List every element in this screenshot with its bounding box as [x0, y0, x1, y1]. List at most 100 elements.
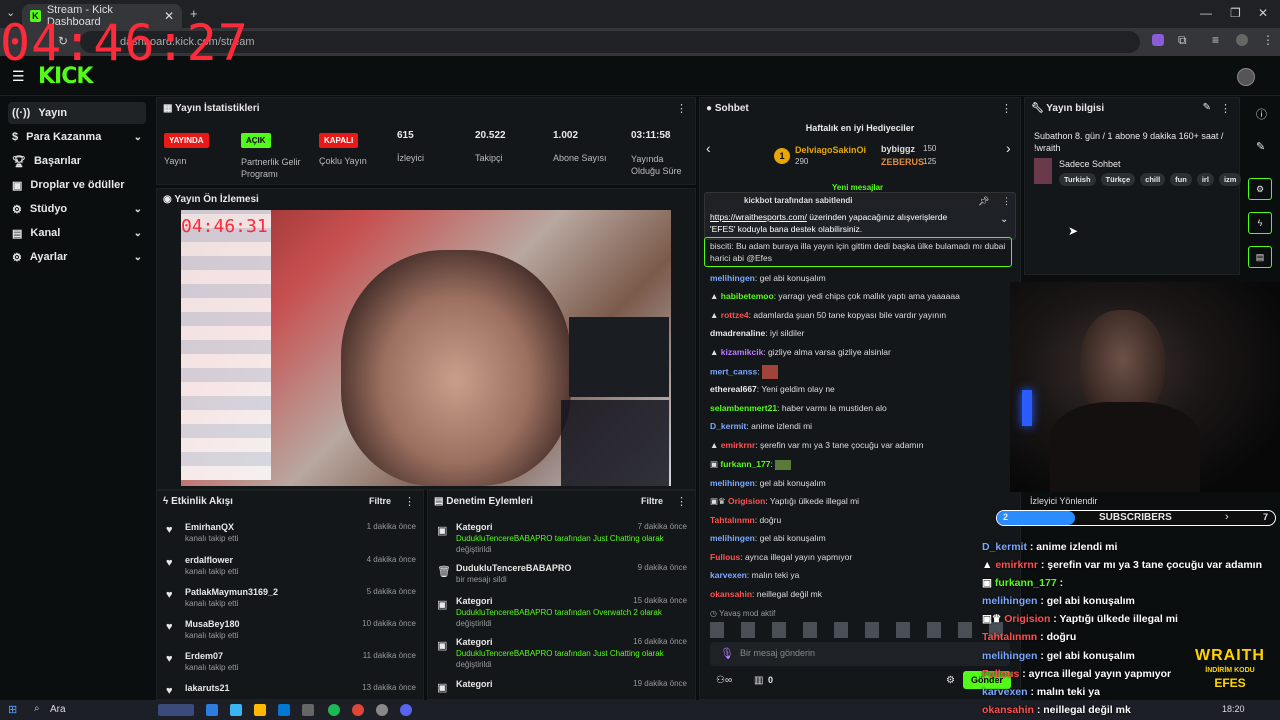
subscribers-bar: 2 SUBSCRIBERS › 7: [996, 510, 1276, 526]
user-avatar[interactable]: [1237, 68, 1255, 86]
sidebar-item-kanal[interactable]: ▤ Kanal ⌄: [8, 222, 146, 244]
chat-username[interactable]: kizamikcik: [721, 347, 764, 357]
pinned-link[interactable]: https://wraithesports.com/: [710, 212, 807, 222]
pin-icon[interactable]: 📌︎: [978, 196, 989, 207]
chat-username[interactable]: Origision: [728, 496, 765, 506]
pencil-icon[interactable]: ✎: [1256, 140, 1265, 153]
chat-message: Tahtalınmn: doğru: [710, 515, 1010, 525]
chevron-left-icon[interactable]: ‹: [706, 140, 711, 156]
chat-message: ▲ habibetemoo: yarragı yedi chips çok ma…: [710, 291, 1010, 301]
moderation-detail: değiştirildi: [456, 619, 492, 628]
taskbar-app-icon[interactable]: [206, 704, 218, 716]
chat-username[interactable]: Tahtalınmn: [710, 515, 755, 525]
chat-message: karvexen: malın teki ya: [710, 570, 1010, 580]
chat-username[interactable]: melihingen: [710, 533, 755, 543]
tag[interactable]: fun: [1170, 173, 1192, 186]
tag[interactable]: Türkçe: [1100, 173, 1136, 186]
taskbar-app-icon[interactable]: [302, 704, 314, 716]
badge-icon: ▣♛: [982, 613, 1005, 625]
chrome-icon[interactable]: [352, 704, 364, 716]
activity-action: kanalı takip etti: [185, 534, 239, 543]
gifter-count: 125: [923, 157, 937, 166]
emote-bar[interactable]: [710, 622, 1010, 638]
overlay-chat-line: okansahin : neillegal değil mk: [982, 704, 1131, 716]
moderation-time: 9 dakika önce: [637, 563, 687, 572]
sidebar-item-studyo[interactable]: ⚙ Stüdyo ⌄: [8, 198, 146, 220]
overlay-chat-line: melihingen : gel abi konuşalım: [982, 650, 1135, 662]
gifter-name[interactable]: ZEBERUS: [881, 157, 924, 167]
viewers-icon[interactable]: ⚇∞: [716, 675, 732, 686]
sidebar-item-para-kazanma[interactable]: $ Para Kazanma ⌄: [8, 126, 146, 148]
more-options-icon[interactable]: ⋮: [1220, 102, 1231, 115]
gifter-name[interactable]: DelviagoSakinOi: [795, 145, 866, 155]
profile-avatar[interactable]: [1236, 34, 1248, 46]
chat-username[interactable]: emirkrnr: [721, 440, 756, 450]
chat-username[interactable]: Fullous: [710, 552, 740, 562]
quick-action-button[interactable]: ⚙: [1248, 178, 1272, 200]
chat-username[interactable]: melihingen: [710, 478, 755, 488]
channel-icon: ▤: [12, 227, 23, 240]
obs-icon[interactable]: [376, 704, 388, 716]
chat-username[interactable]: okansahin: [710, 589, 752, 599]
stream-title-text: Subathon 8. gün / 1 abone 9 dakika 160+ …: [1034, 131, 1224, 153]
chat-settings-icon[interactable]: ⚙: [946, 675, 955, 686]
maximize-icon[interactable]: ❐: [1230, 6, 1241, 20]
taskbar-app-icon[interactable]: [254, 704, 266, 716]
bolt-icon: ϟ: [163, 496, 172, 507]
media-icon[interactable]: ≡: [1212, 33, 1219, 47]
sidebar-item-ayarlar[interactable]: ⚙ Ayarlar ⌄: [8, 246, 146, 268]
chat-username[interactable]: furkann_177: [720, 459, 770, 469]
more-options-icon[interactable]: ⋮: [1001, 102, 1012, 115]
extension-icon[interactable]: [1152, 34, 1164, 46]
chevron-down-icon: ⌄: [133, 131, 142, 143]
more-options-icon[interactable]: ⋮: [676, 495, 687, 508]
taskbar-app-icon[interactable]: [278, 704, 290, 716]
taskbar-search[interactable]: Ara: [50, 704, 66, 715]
quick-action-button[interactable]: ϟ: [1248, 212, 1272, 234]
chevron-down-icon[interactable]: ⌄: [1000, 214, 1008, 225]
sidebar-item-droplar[interactable]: ▣ Droplar ve ödüller: [8, 174, 146, 196]
chat-username[interactable]: mert_canss: [710, 366, 757, 376]
more-options-icon[interactable]: ⋮: [676, 102, 687, 115]
chat-username[interactable]: melihingen: [710, 273, 755, 283]
chevron-right-icon[interactable]: ›: [1006, 140, 1011, 156]
taskbar-widget-icon[interactable]: [158, 704, 194, 716]
chat-username[interactable]: selambenmert21: [710, 403, 777, 413]
chevron-down-icon: ⌄: [133, 227, 142, 239]
category-name[interactable]: Sadece Sohbet: [1059, 159, 1121, 169]
tag[interactable]: irl: [1196, 173, 1214, 186]
more-options-icon[interactable]: ⋮: [404, 495, 415, 508]
minimize-icon[interactable]: —: [1200, 6, 1212, 20]
search-icon[interactable]: ⌕: [34, 703, 40, 714]
taskbar-app-icon[interactable]: [230, 704, 242, 716]
edit-icon[interactable]: ✎: [1203, 102, 1211, 113]
tag[interactable]: chill: [1140, 173, 1166, 186]
moderation-filter-button[interactable]: Filtre: [641, 496, 663, 506]
windows-start-icon[interactable]: ⊞: [8, 703, 17, 716]
quick-action-button[interactable]: ▤: [1248, 246, 1272, 268]
sidebar-item-yayin[interactable]: ((·)) Yayın: [8, 102, 146, 124]
tag[interactable]: izm: [1218, 173, 1242, 186]
new-messages-divider[interactable]: Yeni mesajlar: [832, 183, 883, 192]
discord-icon[interactable]: [400, 704, 412, 716]
tag[interactable]: Turkish: [1059, 173, 1096, 186]
microphone-icon[interactable]: 🎙︎: [720, 647, 734, 660]
gifter-name[interactable]: bybiggz: [881, 144, 915, 154]
chat-username[interactable]: ethereal667: [710, 384, 757, 394]
more-options-icon[interactable]: ⋮: [1002, 196, 1011, 207]
chat-username[interactable]: habibetemoo: [721, 291, 774, 301]
sidebar-item-basarilar[interactable]: 🏆︎ Başarılar: [8, 150, 146, 172]
close-window-icon[interactable]: ✕: [1258, 6, 1268, 20]
chat-username[interactable]: rottze4: [721, 310, 749, 320]
activity-filter-button[interactable]: Filtre: [369, 496, 391, 506]
stat-badge-multistream: KAPALI Çoklu Yayın: [319, 130, 367, 166]
chat-username[interactable]: dmadrenaline: [710, 328, 765, 338]
stream-preview-video[interactable]: [181, 210, 671, 486]
chat-username[interactable]: karvexen: [710, 570, 747, 580]
browser-menu-icon[interactable]: ⋮: [1262, 33, 1274, 47]
extensions-puzzle-icon[interactable]: ⧉: [1178, 33, 1187, 48]
info-icon[interactable]: ⓘ: [1256, 106, 1267, 122]
chat-text: : iyi sildiler: [765, 328, 805, 338]
chat-username[interactable]: D_kermit: [710, 421, 746, 431]
spotify-icon[interactable]: [328, 704, 340, 716]
